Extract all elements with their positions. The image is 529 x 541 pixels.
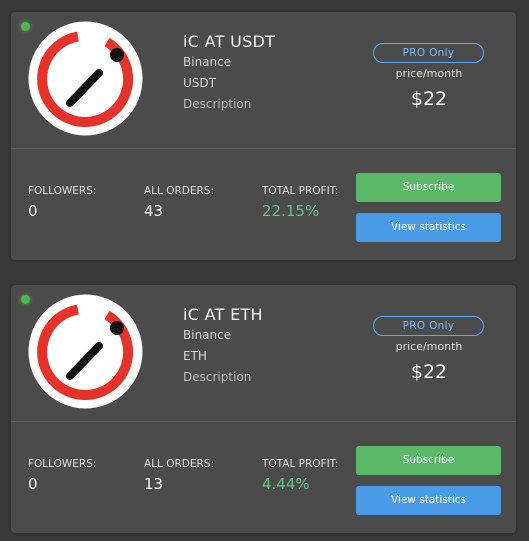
currency-name: USDT (183, 76, 216, 90)
price-value: $22 (410, 361, 448, 383)
price-period-label: price/month (395, 67, 463, 80)
strategy-name: iC AT USDT (183, 32, 276, 51)
orders-value: 13 (144, 475, 164, 493)
orders-label: ALL ORDERS: (144, 458, 214, 470)
followers-label: FOLLOWERS: (28, 185, 97, 197)
orders-label: ALL ORDERS: (144, 185, 214, 197)
price-period-label: price/month (395, 340, 463, 353)
subscribe-button[interactable]: Subscribe (356, 173, 501, 202)
profit-label: TOTAL PROFIT: (262, 458, 339, 470)
followers-value: 0 (28, 475, 38, 493)
profit-value: 22.15% (262, 202, 320, 220)
profit-label: TOTAL PROFIT: (262, 185, 339, 197)
currency-name: ETH (183, 349, 207, 363)
exchange-name: Binance (183, 328, 232, 342)
card-divider (11, 148, 516, 149)
strategy-card: iC AT USDT Binance USDT Description PRO … (11, 12, 516, 260)
card-divider (11, 421, 516, 422)
strategy-card: iC AT ETH Binance ETH Description PRO On… (11, 285, 516, 533)
followers-value: 0 (28, 202, 38, 220)
orders-value: 43 (144, 202, 164, 220)
strategy-logo-icon (28, 21, 143, 136)
subscribe-button[interactable]: Subscribe (356, 446, 501, 475)
view-statistics-button[interactable]: View statistics (356, 486, 501, 515)
strategy-description: Description (183, 370, 252, 384)
pro-only-badge: PRO Only (373, 316, 484, 336)
price-value: $22 (410, 88, 448, 110)
strategy-description: Description (183, 97, 252, 111)
pro-only-badge: PRO Only (373, 43, 484, 63)
followers-label: FOLLOWERS: (28, 458, 97, 470)
strategy-logo-icon (28, 294, 143, 409)
exchange-name: Binance (183, 55, 232, 69)
strategy-name: iC AT ETH (183, 305, 263, 324)
view-statistics-button[interactable]: View statistics (356, 213, 501, 242)
profit-value: 4.44% (262, 475, 310, 493)
